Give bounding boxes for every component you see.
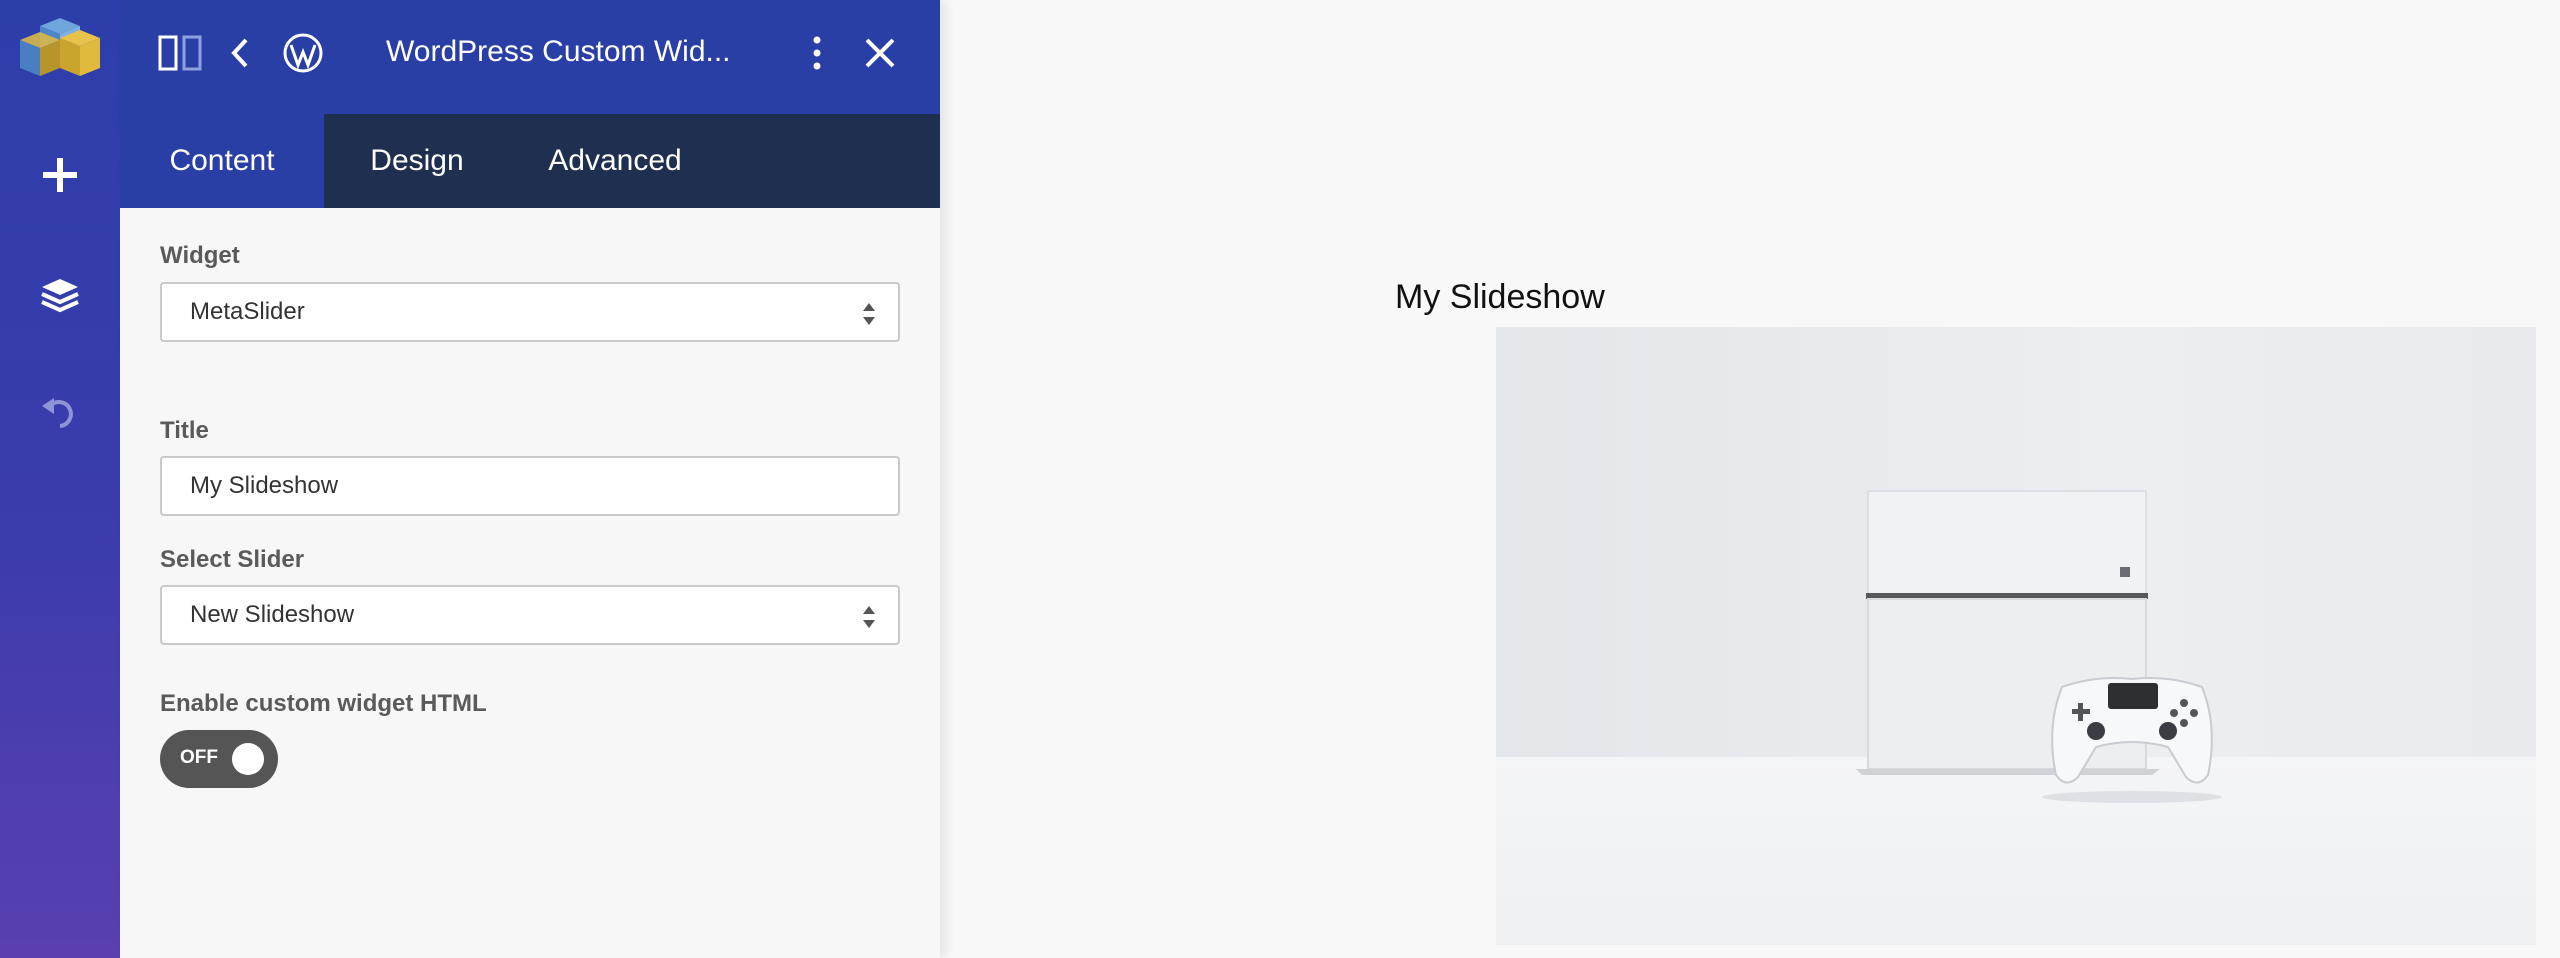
toggle-knob <box>232 743 264 775</box>
back-button[interactable] <box>224 30 256 76</box>
toggle-state-text: OFF <box>180 747 218 768</box>
title-label: Title <box>160 417 209 444</box>
select-slider-label: Select Slider <box>160 546 305 573</box>
console-photo <box>1496 327 2536 945</box>
back-chevron-icon <box>231 38 248 68</box>
widget-label: Widget <box>160 242 240 269</box>
layers-button[interactable] <box>30 265 90 325</box>
more-vertical-icon <box>813 36 821 70</box>
add-element-button[interactable] <box>30 145 90 205</box>
tab-advanced[interactable]: Advanced <box>510 114 720 208</box>
close-button[interactable] <box>860 30 900 76</box>
wordpress-icon <box>280 30 326 76</box>
panel-tabs: Content Design Advanced <box>120 114 940 208</box>
panel-header: WordPress Custom Wid... <box>120 0 940 114</box>
settings-panel: WordPress Custom Wid... Content Design A… <box>120 0 940 958</box>
select-arrows-icon <box>863 303 875 325</box>
tab-design[interactable]: Design <box>324 114 510 208</box>
plus-icon <box>43 158 77 192</box>
more-options-button[interactable] <box>802 30 832 76</box>
widget-title: WordPress Custom Wid... <box>386 35 731 68</box>
select-arrows-icon <box>863 606 875 628</box>
undo-icon <box>42 398 73 428</box>
close-icon <box>865 38 895 68</box>
preview-widget-title: My Slideshow <box>1395 278 1605 316</box>
layers-icon <box>41 279 79 313</box>
slider-select[interactable]: New Slideshow <box>160 585 900 645</box>
undo-button[interactable] <box>30 382 90 442</box>
app-logo-icon[interactable] <box>18 18 104 84</box>
widget-select[interactable]: MetaSlider <box>160 282 900 342</box>
custom-html-toggle[interactable]: OFF <box>160 730 278 788</box>
tab-content[interactable]: Content <box>120 114 324 208</box>
custom-html-label: Enable custom widget HTML <box>160 690 487 717</box>
panel-toggle-button[interactable] <box>156 30 204 76</box>
slideshow-image[interactable] <box>1496 327 2536 945</box>
widget-select-value: MetaSlider <box>190 298 305 325</box>
title-input[interactable]: My Slideshow <box>160 456 900 516</box>
left-rail <box>0 0 120 958</box>
panel-toggle-icon <box>158 35 202 71</box>
slider-select-value: New Slideshow <box>190 601 355 628</box>
